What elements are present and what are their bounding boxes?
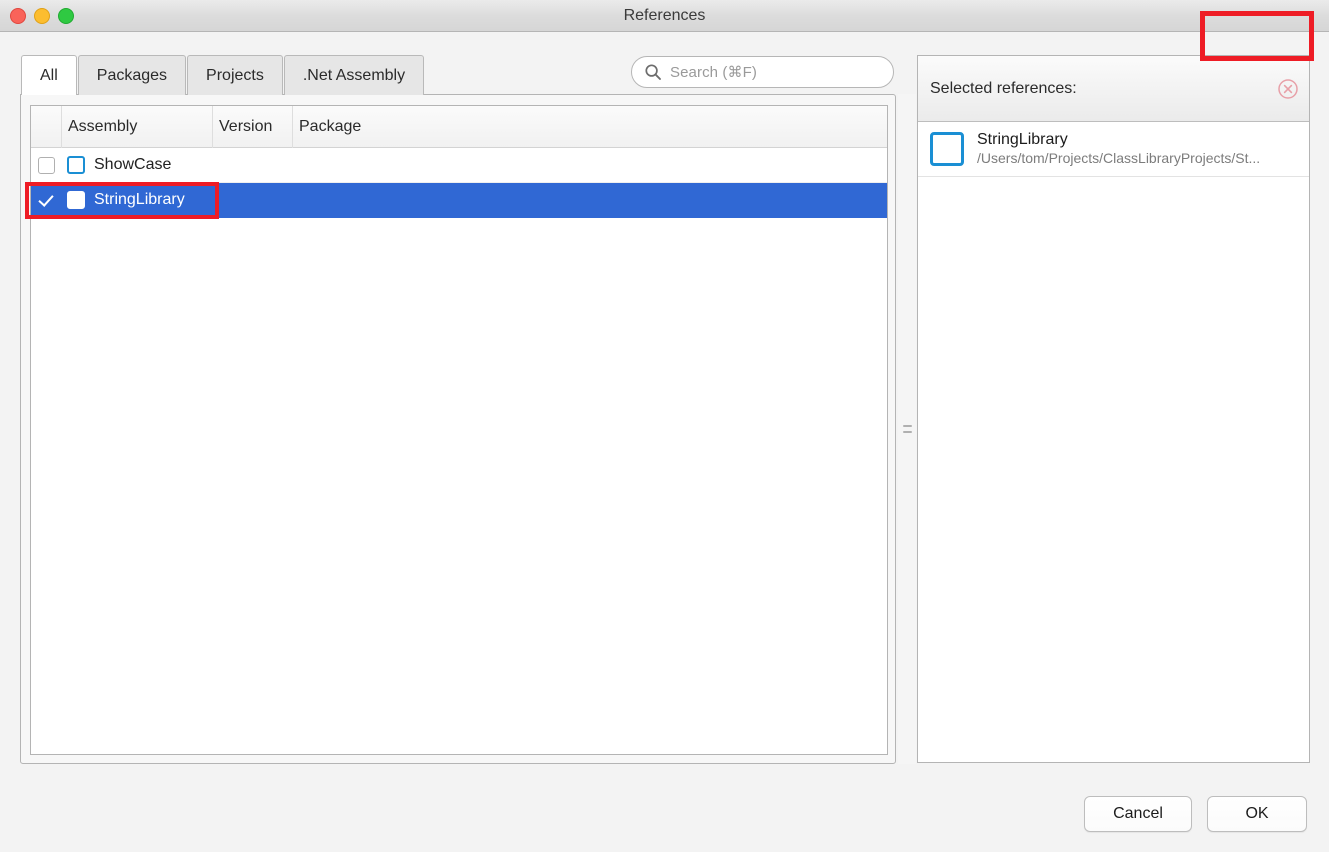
selected-references-list: StringLibrary /Users/tom/Projects/ClassL…: [918, 122, 1309, 177]
row-assembly-cell: ShowCase: [62, 156, 171, 174]
checkbox-checked-icon[interactable]: [37, 190, 57, 210]
tab-packages[interactable]: Packages: [77, 55, 187, 95]
tab-net-assembly[interactable]: .Net Assembly: [283, 55, 425, 95]
assembly-icon: [67, 191, 85, 209]
tab-projects[interactable]: Projects: [187, 55, 283, 95]
row-assembly-label: StringLibrary: [94, 191, 185, 208]
circle-x-icon[interactable]: [1277, 78, 1299, 100]
selected-references-title: Selected references:: [930, 79, 1077, 97]
title-bar: References: [0, 0, 1329, 32]
assembly-table: Assembly Version Package ShowCase String…: [30, 105, 888, 755]
table-row[interactable]: StringLibrary: [31, 183, 887, 218]
row-assembly-cell: StringLibrary: [62, 191, 185, 209]
dialog-footer: Cancel OK: [0, 778, 1329, 852]
tab-content-panel: Assembly Version Package ShowCase String…: [20, 94, 896, 764]
grip-line: [902, 425, 912, 427]
table-header: Assembly Version Package: [31, 106, 887, 148]
search-input[interactable]: Search (⌘F): [631, 56, 894, 88]
checkbox-unchecked-icon[interactable]: [38, 156, 55, 174]
tab-bar: All Packages Projects .Net Assembly: [21, 55, 425, 95]
selected-references-panel: Selected references: StringLibrary /User…: [917, 55, 1310, 763]
references-dialog: References All Packages Projects .Net As…: [0, 0, 1329, 852]
list-item-path: /Users/tom/Projects/ClassLibraryProjects…: [977, 149, 1261, 166]
column-header-assembly[interactable]: Assembly: [62, 106, 213, 148]
window-title: References: [623, 7, 706, 24]
list-item[interactable]: StringLibrary /Users/tom/Projects/ClassL…: [918, 122, 1309, 177]
selected-references-header: Selected references:: [918, 56, 1309, 122]
cancel-button[interactable]: Cancel: [1084, 796, 1192, 832]
search-icon: [645, 64, 661, 80]
splitter-grip-icon[interactable]: [902, 425, 912, 433]
column-header-checkbox[interactable]: [31, 106, 62, 148]
row-checkbox-cell[interactable]: [31, 156, 62, 174]
column-header-version[interactable]: Version: [213, 106, 293, 148]
list-item-text: StringLibrary /Users/tom/Projects/ClassL…: [977, 130, 1299, 168]
search-placeholder: Search (⌘F): [670, 64, 757, 81]
row-checkbox-cell[interactable]: [31, 190, 62, 210]
ok-button[interactable]: OK: [1207, 796, 1307, 832]
column-header-package[interactable]: Package: [293, 106, 887, 148]
assembly-icon: [67, 156, 85, 174]
list-item-name: StringLibrary: [977, 131, 1068, 148]
assembly-icon: [930, 131, 964, 166]
tab-all[interactable]: All: [21, 55, 77, 95]
table-row[interactable]: ShowCase: [31, 148, 887, 183]
grip-line: [902, 431, 912, 433]
panel-splitter[interactable]: [898, 94, 916, 764]
row-assembly-label: ShowCase: [94, 156, 172, 173]
